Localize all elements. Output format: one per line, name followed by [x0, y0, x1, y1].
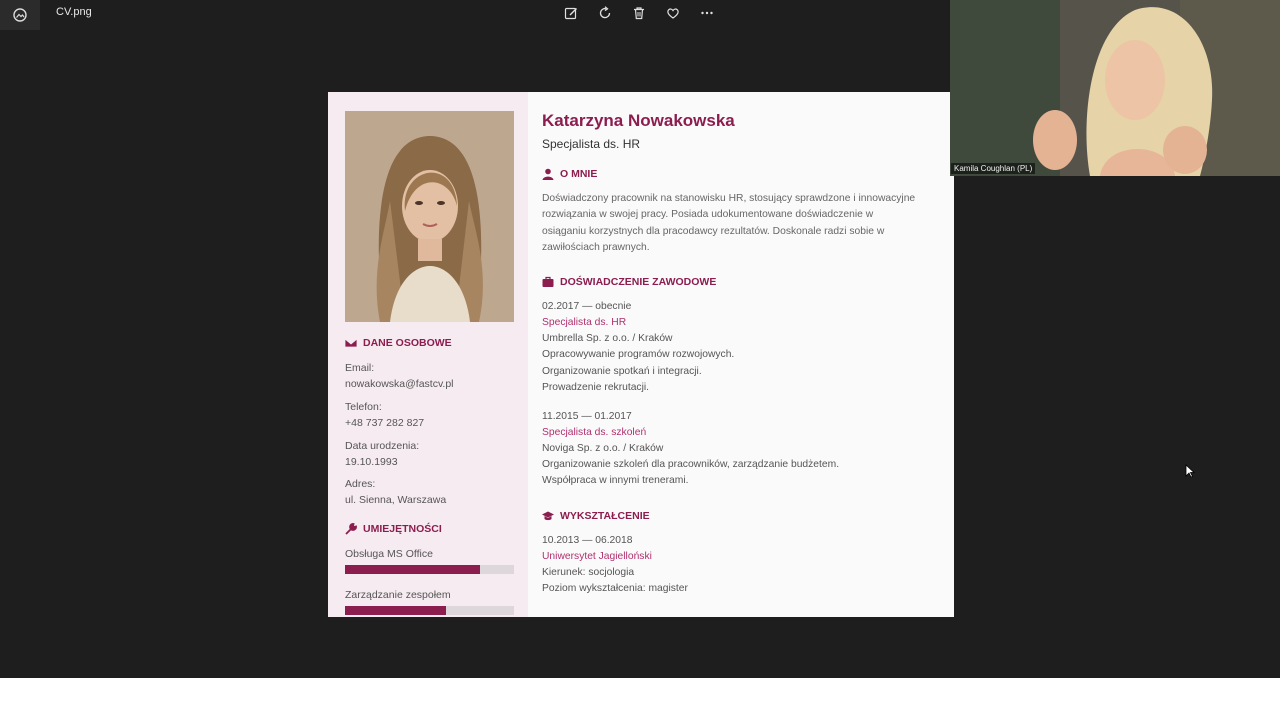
address-value: ul. Sienna, Warszawa	[345, 494, 447, 506]
skill-bar-fill	[345, 565, 481, 574]
job-company: Noviga Sp. z o.o. / Kraków	[542, 443, 664, 454]
skill-label: Obsługa MS Office	[345, 548, 433, 560]
job-company: Umbrella Sp. z o.o. / Kraków	[542, 333, 673, 344]
job-detail: Opracowywanie programów rozwojowych.	[542, 349, 735, 360]
cv-main-column: Katarzyna Nowakowska Specjalista ds. HR …	[542, 92, 947, 617]
cv-name: Katarzyna Nowakowska	[542, 111, 735, 130]
job-detail: Współpraca w innymi trenerami.	[542, 475, 689, 486]
education-period: 10.2013 — 06.2018	[542, 535, 633, 546]
education-heading: WYKSZTAŁCENIE	[542, 510, 650, 522]
cv-document: DANE OSOBOWE Email: nowakowska@fastcv.pl…	[328, 92, 954, 617]
title-bar: CV.png	[0, 0, 950, 30]
webcam-video[interactable]: Kamila Coughlan (PL)	[950, 0, 1280, 176]
job-detail: Prowadzenie rekrutacji.	[542, 382, 650, 393]
bottom-strip	[0, 678, 1280, 720]
favorite-icon[interactable]	[662, 2, 684, 24]
job-title: Specjalista ds. szkoleń	[542, 427, 647, 438]
file-name: CV.png	[56, 6, 92, 18]
education-level: Poziom wykształcenia: magister	[542, 583, 688, 594]
skill-bar-fill	[345, 606, 447, 615]
skill-label: Zarządzanie zespołem	[345, 589, 451, 601]
birthdate-block: Data urodzenia: 19.10.1993	[345, 440, 420, 468]
personal-data-heading: DANE OSOBOWE	[345, 337, 452, 349]
experience-heading: DOŚWIADCZENIE ZAWODOWE	[542, 276, 716, 288]
job-detail: Organizowanie spotkań i integracji.	[542, 366, 702, 377]
image-viewer: CV.png DANE OSOBOWE Email: nowakowska@fa…	[0, 0, 1280, 678]
job-period: 11.2015 — 01.2017	[542, 411, 632, 422]
edit-icon[interactable]	[560, 2, 582, 24]
briefcase-icon	[542, 276, 554, 287]
job-detail: Organizowanie szkoleń dla pracowników, z…	[542, 459, 840, 470]
education-school: Uniwersytet Jagielloński	[542, 551, 652, 562]
about-heading: O MNIE	[542, 168, 597, 180]
envelope-icon	[345, 338, 357, 348]
phone-value: +48 737 282 827	[345, 417, 425, 429]
cv-role: Specjalista ds. HR	[542, 137, 641, 151]
rotate-icon[interactable]	[594, 2, 616, 24]
participant-name: Kamila Coughlan (PL)	[951, 163, 1036, 174]
email-value: nowakowska@fastcv.pl	[345, 378, 454, 390]
mouse-cursor-icon	[1185, 464, 1195, 478]
cv-sidebar: DANE OSOBOWE Email: nowakowska@fastcv.pl…	[328, 92, 528, 617]
email-block: Email: nowakowska@fastcv.pl	[345, 362, 454, 390]
birthdate-value: 19.10.1993	[345, 456, 398, 468]
more-icon[interactable]	[696, 2, 718, 24]
skill-bar	[345, 565, 514, 574]
job-title: Specjalista ds. HR	[542, 317, 627, 328]
graduation-cap-icon	[542, 511, 554, 521]
photos-app-icon[interactable]	[0, 0, 40, 30]
phone-block: Telefon: +48 737 282 827	[345, 401, 425, 429]
delete-icon[interactable]	[628, 2, 650, 24]
viewer-toolbar	[560, 2, 718, 24]
profile-photo	[345, 111, 514, 322]
about-text: Doświadczony pracownik na stanowisku HR,…	[542, 193, 916, 253]
skill-bar	[345, 606, 514, 615]
skills-heading: UMIEJĘTNOŚCI	[345, 523, 442, 535]
address-block: Adres: ul. Sienna, Warszawa	[345, 478, 447, 506]
job-period: 02.2017 — obecnie	[542, 301, 632, 312]
wrench-icon	[345, 523, 357, 535]
education-field: Kierunek: socjologia	[542, 567, 635, 578]
person-icon	[542, 168, 554, 180]
